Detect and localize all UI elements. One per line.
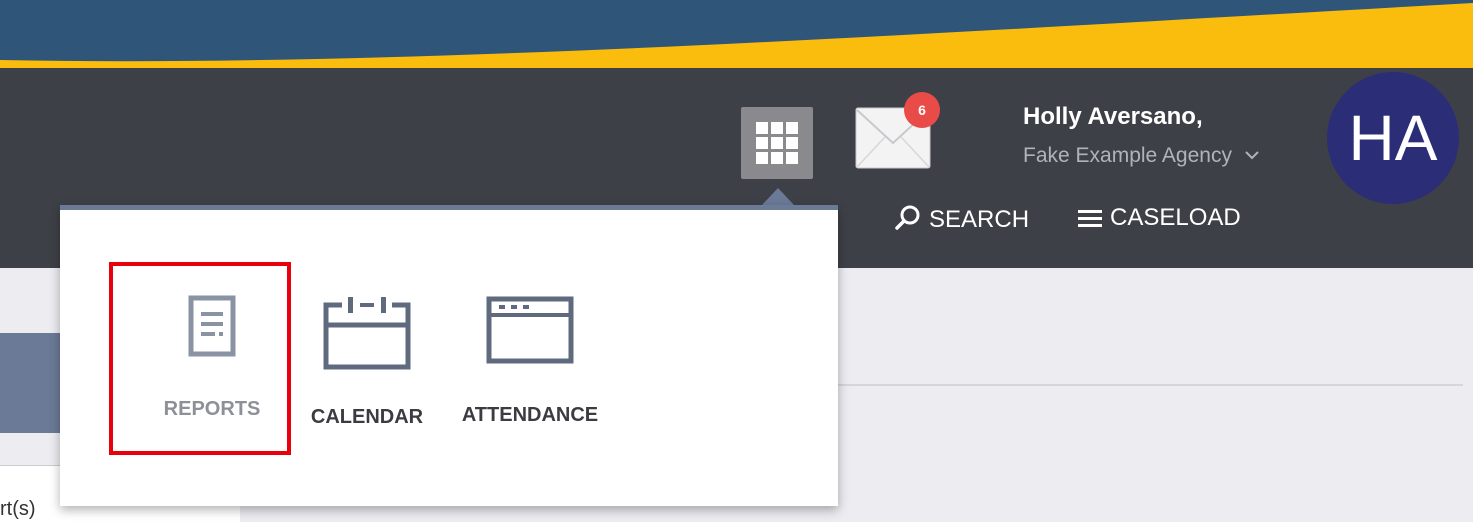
app-tile-label-calendar: CALENDAR — [310, 406, 424, 428]
app-tile-calendar[interactable]: CALENDAR — [300, 295, 434, 429]
search-icon — [895, 205, 920, 230]
agency-selector[interactable]: Fake Example Agency — [1023, 144, 1260, 168]
caseload-label: CASELOAD — [1110, 204, 1241, 231]
user-avatar[interactable]: HA — [1327, 72, 1459, 204]
mail-unread-badge: 6 — [904, 92, 940, 128]
side-panel-header — [0, 333, 60, 433]
reports-highlight-annotation — [109, 262, 291, 455]
chevron-down-icon — [1245, 151, 1259, 160]
apps-grid-icon — [756, 122, 798, 164]
app-tile-label-attendance: ATTENDANCE — [461, 404, 599, 426]
agency-name-label: Fake Example Agency — [1023, 144, 1232, 167]
menu-icon — [1078, 210, 1102, 227]
browser-window-icon — [486, 296, 574, 364]
content-divider — [838, 384, 1463, 386]
caseload-link[interactable]: CASELOAD — [1078, 204, 1241, 232]
calendar-icon — [323, 297, 411, 370]
search-label: SEARCH — [929, 206, 1030, 233]
app-tile-attendance[interactable]: ATTENDANCE — [445, 295, 615, 427]
side-panel-partial-text: rt(s) — [0, 498, 36, 520]
apps-grid-button[interactable] — [741, 107, 813, 179]
user-name: Holly Aversano, — [1023, 103, 1203, 130]
dropdown-caret — [762, 188, 794, 205]
search-link[interactable]: SEARCH — [895, 204, 1029, 234]
